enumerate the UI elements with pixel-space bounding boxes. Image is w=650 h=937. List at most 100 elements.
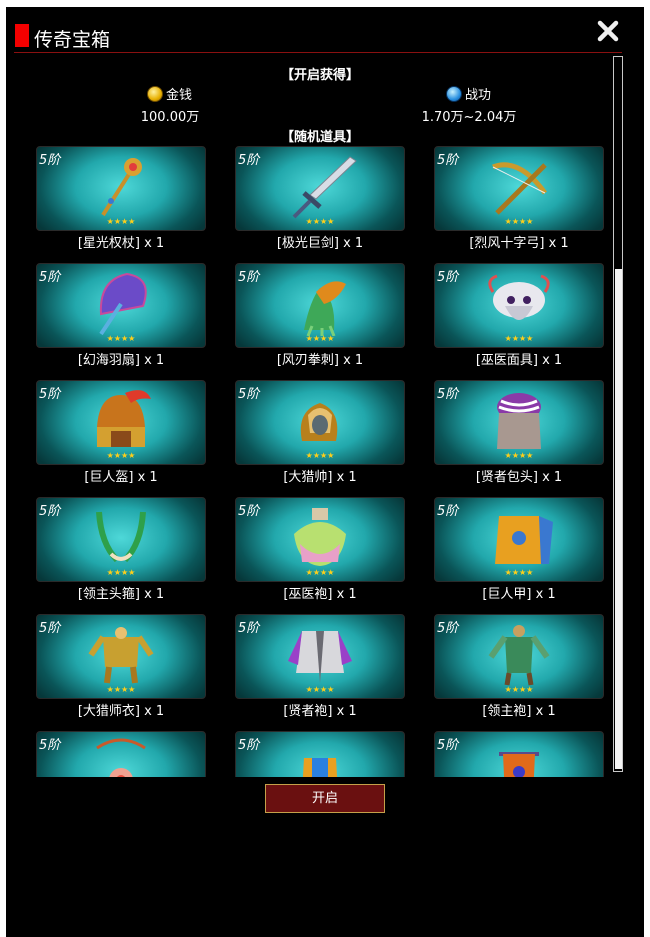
rewards-header: 【开启获得】 (280, 68, 359, 83)
item-card[interactable]: 5阶 ★★★★ (434, 146, 604, 231)
random-items-header: 【随机道具】 (280, 130, 359, 145)
merit-medal-icon (446, 86, 462, 102)
shaman-robe-icon (294, 508, 346, 566)
item-tier: 5阶 (437, 621, 459, 636)
item-card[interactable]: 5阶 ★★★★ (434, 614, 604, 699)
item-grid: 5阶 ★★★★ [星光权杖] x 1 5阶 ★★★★ [极光巨剑] x 1 5阶 ★★★★ [烈… (0, 145, 620, 777)
item-slot[interactable]: 5阶 ★★★★ [领主袍] x 1 (434, 614, 604, 724)
item-stars: ★★★★ (106, 685, 136, 694)
hunter-helmet-icon (300, 403, 338, 441)
item-slot[interactable]: 5阶 ★★★★ [贤者袍] x 1 (235, 614, 405, 724)
item-card[interactable]: 5阶 ★★★★ (434, 380, 604, 465)
item-tier: 5阶 (39, 153, 61, 168)
item-card[interactable]: 5阶 ★★★★ (235, 380, 405, 465)
item-label: [领主袍] x 1 (482, 704, 556, 719)
mask-icon (488, 274, 550, 320)
item-label: [烈风十字弓] x 1 (469, 236, 569, 251)
item-slot[interactable]: 5阶 ★★★★ [极光巨剑] x 1 (235, 146, 405, 256)
item-tier: 5阶 (437, 738, 459, 753)
item-stars: ★★★★ (504, 217, 534, 226)
open-button[interactable]: 开启 (265, 784, 385, 813)
item-card[interactable]: 5阶 ★★★★ (235, 614, 405, 699)
item-label: [贤者袍] x 1 (283, 704, 357, 719)
item-card[interactable]: 5阶 ★★★★ (235, 263, 405, 348)
item-stars: ★★★★ (106, 568, 136, 577)
item-card[interactable]: 5阶 ★★★★ (434, 263, 604, 348)
item-label: [巨人盔] x 1 (84, 470, 158, 485)
item-card[interactable]: 5阶 (36, 731, 206, 777)
item-card[interactable]: 5阶 ★★★★ (36, 497, 206, 582)
item-label: [巫医面具] x 1 (475, 353, 563, 368)
item-slot[interactable]: 5阶 ★★★★ [幻海羽扇] x 1 (36, 263, 206, 373)
item-card[interactable]: 5阶 ★★★★ (235, 146, 405, 231)
item-label: [巨人甲] x 1 (482, 587, 556, 602)
close-icon[interactable] (597, 20, 619, 42)
gold-reward: 金钱 (147, 84, 192, 103)
item-card[interactable]: 5阶 ★★★★ (36, 263, 206, 348)
item-slot[interactable]: 5阶 ★★★★ [星光权杖] x 1 (36, 146, 206, 256)
item-label: [极光巨剑] x 1 (276, 236, 364, 251)
title-bar: 传奇宝箱 (14, 22, 622, 53)
item-card[interactable]: 5阶 ★★★★ (36, 146, 206, 231)
item-slot[interactable]: 5阶 ★★★★ [贤者包头] x 1 (434, 380, 604, 490)
item-slot[interactable]: 5阶 ★★★★ [领主头箍] x 1 (36, 497, 206, 607)
item-stars: ★★★★ (106, 451, 136, 460)
item-slot[interactable]: 5阶 ★★★★ [巫医面具] x 1 (434, 263, 604, 373)
item-card[interactable]: 5阶 ★★★★ (235, 497, 405, 582)
item-tier: 5阶 (238, 621, 260, 636)
hunter-coat-icon (88, 627, 154, 684)
item-tier: 5阶 (437, 504, 459, 519)
item-slot[interactable]: 5阶 ★★★★ [大猎师衣] x 1 (36, 614, 206, 724)
horns-icon (96, 511, 146, 563)
item-tier: 5阶 (238, 738, 260, 753)
item-card[interactable]: 5阶 ★★★★ (36, 614, 206, 699)
gold-value: 100.00万 (140, 110, 200, 125)
turban-icon (497, 393, 541, 449)
item-stars: ★★★★ (504, 568, 534, 577)
shield-icon (302, 758, 338, 777)
item-tier: 5阶 (437, 387, 459, 402)
item-card[interactable]: 5阶 (235, 731, 405, 777)
item-label: [大猎师衣] x 1 (77, 704, 165, 719)
item-card[interactable]: 5阶 (434, 731, 604, 777)
sword-icon (292, 156, 357, 219)
item-slot[interactable]: 5阶 ★★★★ [烈风十字弓] x 1 (434, 146, 604, 256)
item-card[interactable]: 5阶 ★★★★ (434, 497, 604, 582)
item-tier: 5阶 (39, 387, 61, 402)
item-card[interactable]: 5阶 ★★★★ (36, 380, 206, 465)
sage-robe-icon (288, 631, 352, 683)
item-slot[interactable]: 5阶 ★★★★ [巨人盔] x 1 (36, 380, 206, 490)
necklace-icon (96, 738, 146, 777)
item-slot[interactable]: 5阶 (434, 731, 604, 777)
item-stars: ★★★★ (305, 217, 335, 226)
item-label: [贤者包头] x 1 (475, 470, 563, 485)
item-tier: 5阶 (238, 504, 260, 519)
item-slot[interactable]: 5阶 ★★★★ [巨人甲] x 1 (434, 497, 604, 607)
item-label: [星光权杖] x 1 (77, 236, 165, 251)
item-tier: 5阶 (437, 153, 459, 168)
item-slot[interactable]: 5阶 (235, 731, 405, 777)
item-label: [风刃拳刺] x 1 (276, 353, 364, 368)
item-slot[interactable]: 5阶 ★★★★ [风刃拳刺] x 1 (235, 263, 405, 373)
item-stars: ★★★★ (305, 568, 335, 577)
item-slot[interactable]: 5阶 ★★★★ [大猎帅] x 1 (235, 380, 405, 490)
item-label: [幻海羽扇] x 1 (77, 353, 165, 368)
helmet-icon (97, 390, 151, 447)
armor-icon (495, 516, 553, 564)
item-tier: 5阶 (39, 621, 61, 636)
feather-fan-icon (99, 272, 147, 336)
item-stars: ★★★★ (305, 451, 335, 460)
item-slot[interactable]: 5阶 (36, 731, 206, 777)
item-stars: ★★★★ (504, 685, 534, 694)
item-tier: 5阶 (238, 270, 260, 285)
merit-name: 战功 (465, 88, 492, 103)
item-tier: 5阶 (39, 270, 61, 285)
item-tier: 5阶 (437, 270, 459, 285)
item-stars: ★★★★ (305, 334, 335, 343)
window-title: 传奇宝箱 (34, 29, 111, 51)
merit-value: 1.70万~2.04万 (421, 110, 517, 125)
title-marker (15, 24, 29, 47)
item-stars: ★★★★ (106, 217, 136, 226)
item-stars: ★★★★ (305, 685, 335, 694)
item-slot[interactable]: 5阶 ★★★★ [巫医袍] x 1 (235, 497, 405, 607)
